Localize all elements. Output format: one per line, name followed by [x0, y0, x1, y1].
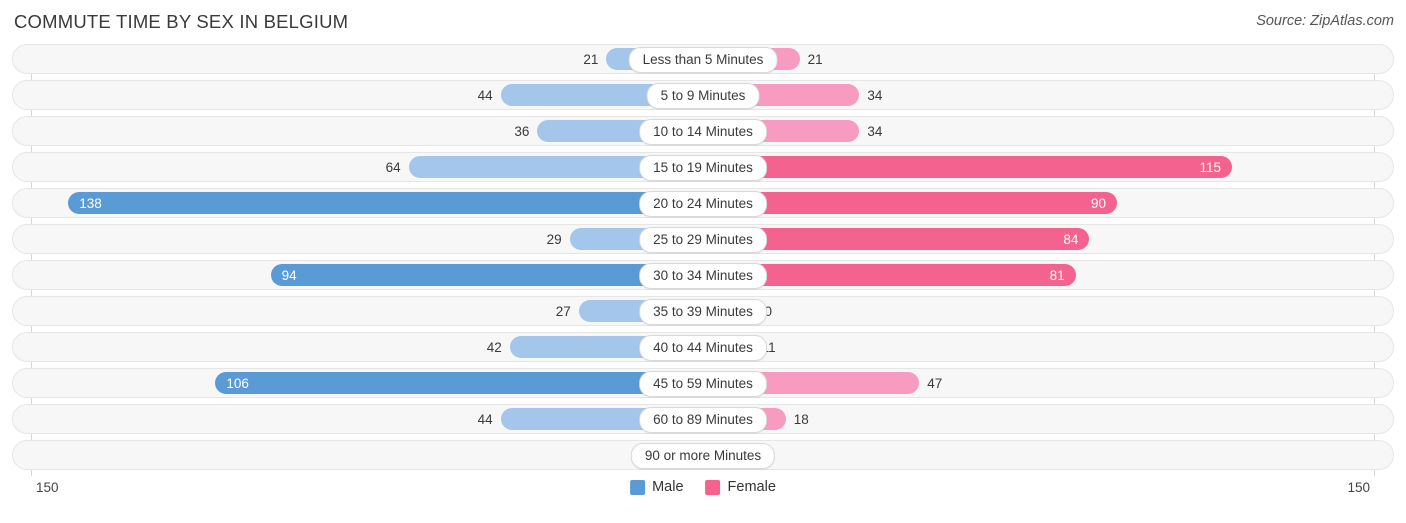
chart-header: COMMUTE TIME BY SEX IN BELGIUM Source: Z…	[0, 0, 1406, 44]
axis-label-left: 150	[36, 480, 59, 495]
bar-value-female: 90	[1090, 196, 1106, 211]
chart-legend: Male Female	[630, 479, 776, 495]
bar-row[interactable]: 64 115 15 to 19 Minutes	[12, 152, 1394, 182]
bar-row[interactable]: 106 47 45 to 59 Minutes	[12, 368, 1394, 398]
bar-value-female: 18	[793, 412, 809, 427]
bar-row[interactable]: 138 90 20 to 24 Minutes	[12, 188, 1394, 218]
bar-value-female: 34	[867, 88, 883, 103]
bar-value-male: 27	[555, 304, 571, 319]
bar-value-female: 81	[1049, 268, 1065, 283]
legend-label-male: Male	[652, 479, 684, 495]
bar-row[interactable]: 44 34 5 to 9 Minutes	[12, 80, 1394, 110]
bar-value-male: 64	[385, 160, 401, 175]
legend-item-female[interactable]: Female	[705, 479, 776, 495]
bar-row[interactable]: 6090 or more Minutes	[12, 440, 1394, 470]
legend-swatch-male-icon	[630, 479, 646, 495]
bar-value-female: 47	[927, 376, 943, 391]
bar-value-male: 42	[486, 340, 502, 355]
bar-row[interactable]: 21 21 Less than 5 Minutes	[12, 44, 1394, 74]
bar-value-male: 36	[514, 124, 530, 139]
category-label-pill: 40 to 44 Minutes	[639, 335, 767, 361]
bar-rows-container: 21 21 Less than 5 Minutes 44 34 5 to 9 Minute…	[12, 44, 1394, 470]
category-label-pill: 15 to 19 Minutes	[639, 155, 767, 181]
legend-item-male[interactable]: Male	[630, 479, 684, 495]
bar-value-female: 21	[807, 52, 823, 67]
bar-value-female: 115	[1199, 160, 1221, 175]
category-label-pill: 20 to 24 Minutes	[639, 191, 767, 217]
category-label-pill: 90 or more Minutes	[630, 443, 776, 469]
bar-male	[68, 192, 703, 214]
category-label-pill: 45 to 59 Minutes	[639, 371, 767, 397]
category-label-pill: Less than 5 Minutes	[628, 47, 778, 73]
category-label-pill: 25 to 29 Minutes	[639, 227, 767, 253]
bar-value-male: 44	[477, 88, 493, 103]
legend-label-female: Female	[727, 479, 776, 495]
bar-row[interactable]: 29 84 25 to 29 Minutes	[12, 224, 1394, 254]
bar-value-female: 84	[1063, 232, 1079, 247]
bar-row[interactable]: 94 81 30 to 34 Minutes	[12, 260, 1394, 290]
bar-female	[703, 156, 1232, 178]
category-label-pill: 5 to 9 Minutes	[646, 83, 760, 109]
bar-value-male: 21	[583, 52, 599, 67]
chart-footer: 150 150 Male Female	[12, 476, 1394, 516]
bar-row[interactable]: 36 34 10 to 14 Minutes	[12, 116, 1394, 146]
category-label-pill: 35 to 39 Minutes	[639, 299, 767, 325]
chart-plot-area: 21 21 Less than 5 Minutes 44 34 5 to 9 Minute…	[12, 44, 1394, 476]
axis-label-right: 150	[1347, 480, 1370, 495]
legend-swatch-female-icon	[705, 479, 721, 495]
category-label-pill: 30 to 34 Minutes	[639, 263, 767, 289]
bar-male	[215, 372, 703, 394]
category-label-pill: 60 to 89 Minutes	[639, 407, 767, 433]
bar-row[interactable]: 44 18 60 to 89 Minutes	[12, 404, 1394, 434]
bar-value-male: 29	[546, 232, 562, 247]
bar-value-male: 138	[79, 196, 102, 211]
bar-row[interactable]: 271035 to 39 Minutes	[12, 296, 1394, 326]
category-label-pill: 10 to 14 Minutes	[639, 119, 767, 145]
source-attribution: Source: ZipAtlas.com	[1256, 13, 1394, 29]
bar-value-female: 34	[867, 124, 883, 139]
page-title: COMMUTE TIME BY SEX IN BELGIUM	[14, 11, 349, 32]
bar-row[interactable]: 42 11 40 to 44 Minutes	[12, 332, 1394, 362]
bar-value-male: 106	[226, 376, 249, 391]
bar-value-male: 44	[477, 412, 493, 427]
bar-value-male: 94	[281, 268, 297, 283]
